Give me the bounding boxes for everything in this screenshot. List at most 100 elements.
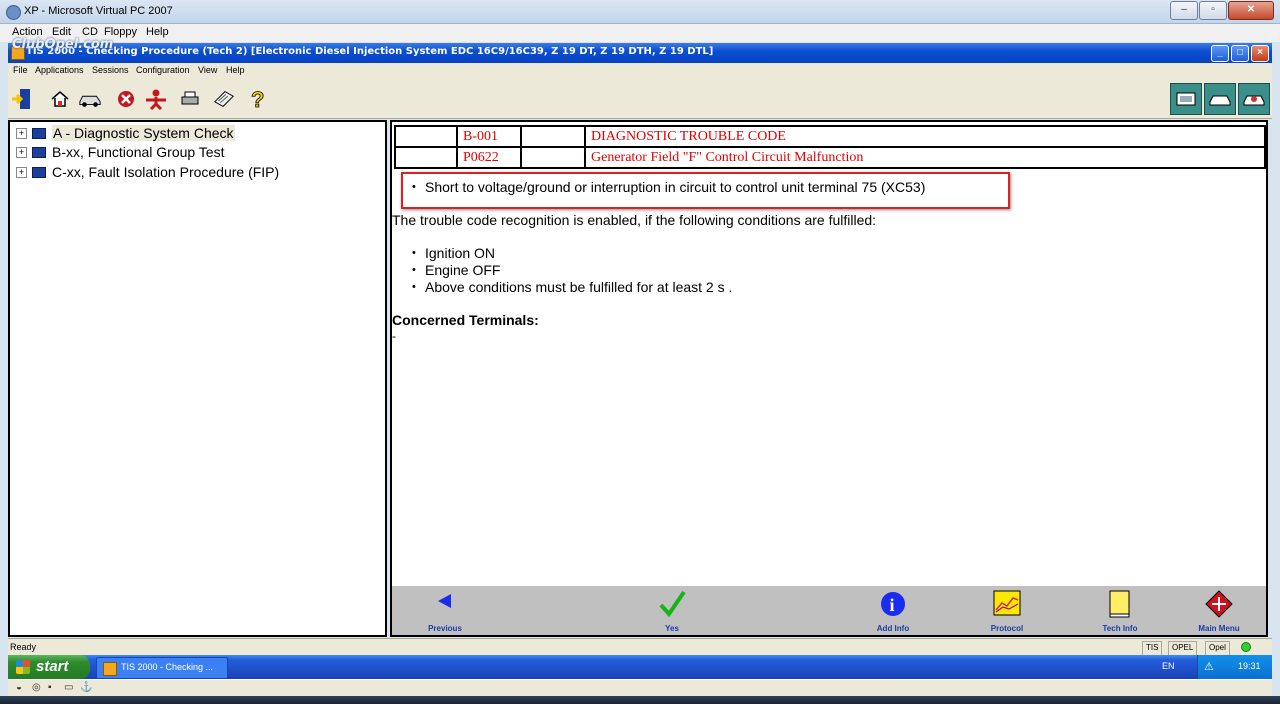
cancel-icon[interactable] [114,87,138,111]
home-icon[interactable] [48,87,72,111]
book-icon [32,166,46,178]
app-window-title: TIS 2000 - Checking Procedure (Tech 2) [… [26,46,714,57]
menu-help[interactable]: Help [226,65,245,75]
yes-button[interactable]: Yes [637,586,707,635]
host-menu-help[interactable]: Help [146,26,169,38]
checkmark-icon [659,590,686,618]
info-icon: i [881,592,905,616]
cd-icon[interactable]: ◎ [32,682,41,693]
tree-item-functional-group-test[interactable]: + B-xx, Functional Group Test [16,143,224,161]
tree-item-diagnostic-system-check[interactable]: + A - Diagnostic System Check [16,124,235,142]
yes-label: Yes [665,624,679,633]
condition-item: Engine OFF [412,262,501,278]
tree-item-label: A - Diagnostic System Check [52,125,235,141]
network-icon[interactable]: ⚓ [80,682,92,693]
tech2-icon[interactable] [1170,83,1202,115]
table-cell-empty [394,146,458,169]
watermark: ClubOpel.com [12,37,114,52]
table-row: P0622 Generator Field "F" Control Circui… [394,146,1266,169]
toolbar: ? [8,79,1272,119]
floppy-icon[interactable]: ▪ [48,682,52,693]
condition-item: Ignition ON [412,245,495,261]
status-cell-brand: Opel [1205,641,1230,656]
expand-icon[interactable]: + [16,166,27,178]
taskbar-item-tis[interactable]: TIS 2000 - Checking ... [96,657,228,679]
host-status-strip: ◒ ◎ ▪ ▭ ⚓ [8,679,1272,696]
dtc-description: Generator Field "F" Control Circuit Malf… [584,146,1266,169]
table-cell-empty [394,125,458,148]
expand-icon[interactable]: + [16,127,27,139]
notepad-icon[interactable] [212,87,236,111]
person-icon[interactable] [144,87,168,111]
navigation-bar: Previous Yes i Add Info Protocol Tech In… [392,586,1266,635]
vehicle-diagnostic-icon[interactable] [1204,83,1236,115]
vehicle-data-icon[interactable] [1238,83,1270,115]
table-cell-empty [520,125,586,148]
host-menu-bar: Action Edit CD Floppy Help [0,24,1280,42]
menu-sessions[interactable]: Sessions [92,65,129,75]
arrow-left-icon [438,594,451,608]
menu-view[interactable]: View [198,65,217,75]
host-minimize-button[interactable]: – [1170,1,1198,20]
windows-logo-icon [16,660,30,674]
dtc-description: DIAGNOSTIC TROUBLE CODE [584,125,1266,148]
terminals-heading: Concerned Terminals: [392,312,539,328]
start-label: start [36,658,69,675]
virtual-pc-icon [6,5,21,20]
exit-icon[interactable] [10,87,34,111]
book-icon [1109,590,1130,618]
main-menu-label: Main Menu [1198,624,1240,633]
taskbar-item-label: TIS 2000 - Checking ... [121,662,214,672]
status-bar: Ready TIS OPEL Opel [8,638,1272,656]
tree-item-fault-isolation-procedure[interactable]: + C-xx, Fault Isolation Procedure (FIP) [16,163,279,181]
tis-app-icon [103,662,117,676]
help-icon[interactable]: ? [246,87,270,111]
tech-info-label: Tech Info [1102,624,1138,633]
status-cell-opel: OPEL [1168,641,1198,656]
language-indicator[interactable]: EN [1162,661,1175,671]
app-close-button[interactable]: × [1251,45,1269,62]
add-info-button[interactable]: i Add Info [858,586,928,635]
procedure-tree: + A - Diagnostic System Check + B-xx, Fu… [8,120,387,637]
host-title-bar: XP - Microsoft Virtual PC 2007 – ▫ ✕ [0,0,1280,24]
menu-applications[interactable]: Applications [35,65,84,75]
host-close-button[interactable]: ✕ [1228,1,1274,20]
print-icon[interactable] [178,87,202,111]
host-maximize-button[interactable]: ▫ [1199,1,1227,20]
protocol-label: Protocol [990,624,1024,633]
disk-icon[interactable]: ◒ [16,682,22,693]
dtc-table: B-001 DIAGNOSTIC TROUBLE CODE P0622 Gene… [394,125,1266,169]
app-title-bar: TIS 2000 - Checking Procedure (Tech 2) [… [8,43,1272,63]
menu-file[interactable]: File [13,65,28,75]
status-connected-icon [1241,642,1251,652]
status-cell-tis: TIS [1142,641,1163,656]
tech-info-button[interactable]: Tech Info [1085,586,1155,635]
book-icon [32,127,46,139]
svg-text:?: ? [251,87,264,111]
condition-item: Above conditions must be fulfilled for a… [412,279,732,295]
expand-icon[interactable]: + [16,146,27,158]
table-cell-empty [520,146,586,169]
folder-icon[interactable]: ▭ [64,682,73,693]
previous-button[interactable]: Previous [410,586,480,635]
add-info-label: Add Info [876,624,910,633]
table-row: B-001 DIAGNOSTIC TROUBLE CODE [394,125,1266,148]
main-menu-diamond-icon [1205,590,1233,618]
protocol-button[interactable]: Protocol [972,586,1042,635]
tray-network-icon[interactable]: ⚠ [1204,660,1214,673]
book-icon [32,146,46,158]
terminals-value: - [392,329,396,343]
taskbar: start TIS 2000 - Checking ... EN ⚠ 19:31 [8,655,1272,679]
app-minimize-button[interactable]: _ [1211,45,1229,62]
app-maximize-button[interactable]: □ [1231,45,1249,62]
conditions-intro: The trouble code recognition is enabled,… [392,212,877,228]
menu-configuration[interactable]: Configuration [136,65,190,75]
main-menu-button[interactable]: Main Menu [1184,586,1254,635]
tree-item-label: B-xx, Functional Group Test [52,144,225,160]
svg-text:i: i [890,595,895,615]
start-button[interactable]: start [8,655,90,679]
status-text: Ready [10,642,37,652]
highlight-annotation [401,172,1010,209]
vehicle-icon[interactable] [78,87,102,111]
previous-label: Previous [428,624,462,633]
